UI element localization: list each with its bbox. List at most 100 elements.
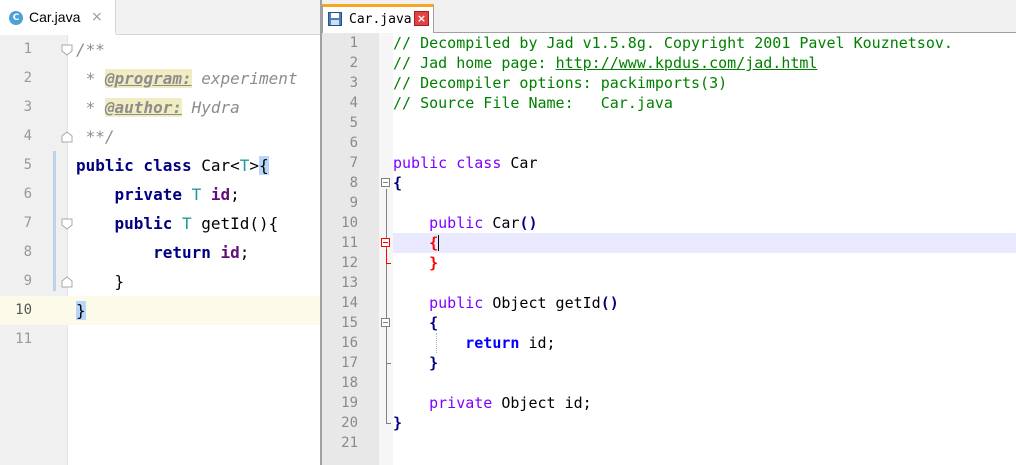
fold-icon[interactable] xyxy=(61,44,73,56)
line-background xyxy=(393,133,1016,153)
code-line[interactable]: 4 // Source File Name: Car.java xyxy=(322,93,1016,113)
code-text: } xyxy=(393,413,402,433)
line-number: 11 xyxy=(15,331,32,347)
code-line[interactable]: 11 { xyxy=(322,233,1016,253)
line-number: 6 xyxy=(349,135,358,151)
code-line[interactable]: 14 public Object getId() xyxy=(322,293,1016,313)
left-tab-bar: C Car.java × xyxy=(0,0,320,35)
line-number: 2 xyxy=(23,70,32,86)
line-number: 15 xyxy=(341,315,358,331)
code-line[interactable]: 10} xyxy=(0,296,320,325)
code-line[interactable]: 21 xyxy=(322,433,1016,453)
line-background xyxy=(393,313,1016,333)
code-line[interactable]: 6 private T id; xyxy=(0,180,320,209)
code-text: /** xyxy=(76,35,105,64)
fold-icon[interactable] xyxy=(61,218,73,230)
code-token: **/ xyxy=(76,127,115,146)
code-line[interactable]: 7 public class Car xyxy=(322,153,1016,173)
code-line[interactable]: 20} xyxy=(322,413,1016,433)
code-token: { xyxy=(429,234,439,252)
code-line[interactable]: 6 xyxy=(322,133,1016,153)
code-line[interactable]: 2 * @program: experiment xyxy=(0,64,320,93)
code-line[interactable]: 8{ xyxy=(322,173,1016,193)
line-number: 10 xyxy=(15,302,32,318)
code-line[interactable]: 5 xyxy=(322,113,1016,133)
fold-icon[interactable] xyxy=(61,131,73,143)
code-token: Object id; xyxy=(501,394,592,412)
line-background xyxy=(393,233,1016,253)
line-number: 8 xyxy=(23,244,32,260)
code-token: () xyxy=(600,294,619,312)
class-icon: C xyxy=(9,11,23,25)
code-line[interactable]: 2 // Jad home page: http://www.kpdus.com/… xyxy=(322,53,1016,73)
code-line[interactable]: 4 **/ xyxy=(0,122,320,151)
code-line[interactable]: 15 { xyxy=(322,313,1016,333)
code-token: T xyxy=(191,185,211,204)
code-line[interactable]: 3 * @author: Hydra xyxy=(0,93,320,122)
fold-toggle-icon[interactable] xyxy=(381,238,390,247)
code-token: public xyxy=(429,214,493,232)
code-text: // Decompiled by Jad v1.5.8g. Copyright … xyxy=(393,33,953,53)
code-token: } xyxy=(76,301,86,320)
code-line[interactable]: 7 public T getId(){ xyxy=(0,209,320,238)
text-caret xyxy=(438,235,440,251)
code-line[interactable]: 12 } xyxy=(322,253,1016,273)
code-line[interactable]: 13 xyxy=(322,273,1016,293)
tab-label: Car.java xyxy=(349,12,412,27)
code-line[interactable]: 1 /** xyxy=(0,35,320,64)
code-text: { xyxy=(393,173,402,193)
code-line[interactable]: 3 // Decompiler options: packimports(3) xyxy=(322,73,1016,93)
code-text: private Object id; xyxy=(393,393,592,413)
code-token: return xyxy=(465,334,520,352)
code-token: public xyxy=(114,214,182,233)
code-line[interactable]: 16 return id; xyxy=(322,333,1016,353)
code-token: http://www.kpdus.com/jad.html xyxy=(555,54,818,72)
code-line[interactable]: 18 xyxy=(322,373,1016,393)
close-tab-icon[interactable]: × xyxy=(414,11,429,26)
line-number: 3 xyxy=(349,75,358,91)
fold-toggle-icon[interactable] xyxy=(381,178,390,187)
code-line[interactable]: 9 } xyxy=(0,267,320,296)
code-text: // Jad home page: http://www.kpdus.com/j… xyxy=(393,53,817,73)
code-line[interactable]: 9 xyxy=(322,193,1016,213)
code-text: return id; xyxy=(393,333,555,353)
code-token: { xyxy=(259,156,269,175)
code-line[interactable]: 1 // Decompiled by Jad v1.5.8g. Copyright… xyxy=(322,33,1016,53)
close-tab-icon[interactable]: × xyxy=(91,9,103,25)
line-number: 1 xyxy=(349,35,358,51)
code-text: } xyxy=(76,267,125,296)
code-token: T xyxy=(239,156,250,175)
code-token: Car xyxy=(510,154,538,172)
code-text: public class Car<T>{ xyxy=(76,151,269,180)
line-number: 9 xyxy=(349,195,358,211)
line-number: 14 xyxy=(341,295,358,311)
code-token: () xyxy=(519,214,538,232)
code-line[interactable]: 11 xyxy=(0,325,320,354)
code-token: { xyxy=(429,314,439,332)
line-number: 2 xyxy=(349,55,358,71)
fold-toggle-icon[interactable] xyxy=(381,318,390,327)
tab-car-java-left[interactable]: C Car.java × xyxy=(0,0,116,35)
line-number: 5 xyxy=(349,115,358,131)
fold-icon[interactable] xyxy=(61,276,73,288)
code-token: private xyxy=(114,185,192,204)
code-text: private T id; xyxy=(76,180,240,209)
code-line[interactable]: 17 } xyxy=(322,353,1016,373)
code-line[interactable]: 10 public Car() xyxy=(322,213,1016,233)
tab-car-java-right[interactable]: Car.java × xyxy=(322,4,434,33)
fold-guide-end xyxy=(386,423,391,424)
line-number: 4 xyxy=(349,95,358,111)
line-number: 16 xyxy=(341,335,358,351)
code-token: Car xyxy=(492,214,520,232)
line-background xyxy=(393,413,1016,433)
code-text: { xyxy=(393,233,440,253)
code-text: // Source File Name: Car.java xyxy=(393,93,673,113)
code-line[interactable]: 5 public class Car<T>{ xyxy=(0,151,320,180)
line-background xyxy=(393,253,1016,273)
code-line[interactable]: 19 private Object id; xyxy=(322,393,1016,413)
indent-guide xyxy=(436,333,437,353)
code-line[interactable]: 8 return id; xyxy=(0,238,320,267)
